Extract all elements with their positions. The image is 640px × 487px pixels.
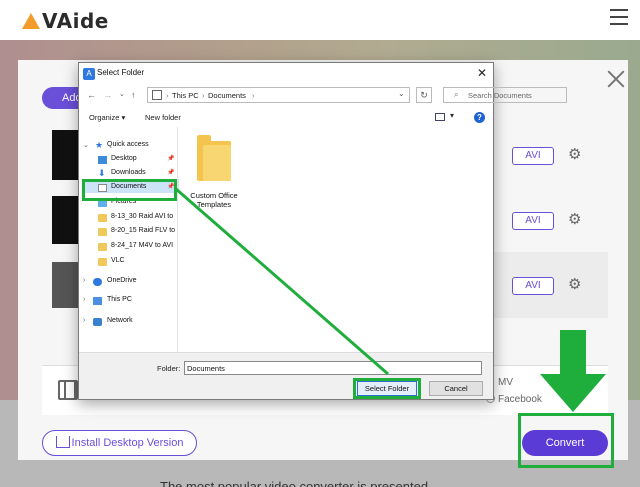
avaide-logo[interactable]: VAide (22, 9, 109, 33)
search-placeholder: Search Documents (468, 91, 532, 100)
app-icon: A (83, 68, 95, 80)
help-icon[interactable]: ? (474, 112, 485, 123)
search-box[interactable]: ⌕ Search Documents (443, 87, 567, 103)
refresh-icon[interactable]: ↻ (416, 87, 432, 103)
select-folder-dialog: A Select Folder ✕ ← → ⌄ ↑ › This PC › Do… (78, 62, 567, 400)
folder-icon (98, 243, 107, 251)
cancel-button[interactable]: Cancel (429, 381, 483, 396)
gear-icon[interactable]: ⚙ (568, 277, 584, 293)
folder-item-label[interactable]: Custom Office Templates (181, 191, 247, 209)
chevron-down-icon[interactable]: ▾ (450, 111, 454, 120)
close-icon[interactable] (605, 68, 627, 90)
folder-icon (98, 228, 107, 236)
nav-this-pc[interactable]: This PC (107, 296, 132, 309)
nav-folder[interactable]: 8-20_15 Raid FLV to (111, 227, 175, 240)
breadcrumb-separator-icon: › (202, 91, 205, 100)
folder-icon[interactable] (197, 135, 231, 181)
chevron-right-icon[interactable]: › (83, 296, 85, 303)
folder-icon (98, 214, 107, 222)
folder-field-label: Folder: (157, 364, 181, 373)
arrow-shape (540, 330, 606, 412)
folder-icon (98, 258, 107, 266)
network-icon (93, 318, 102, 326)
gear-icon[interactable]: ⚙ (568, 212, 584, 228)
page-tagline: The most popular video converter is pres… (160, 479, 429, 487)
nav-network[interactable]: Network (107, 317, 133, 330)
up-arrow-icon[interactable]: ↑ (131, 88, 136, 102)
onedrive-cloud-icon (93, 278, 102, 286)
this-pc-icon (93, 297, 102, 305)
downloads-icon: ⬇ (98, 168, 106, 178)
breadcrumb-documents[interactable]: Documents (208, 91, 246, 100)
new-folder-button[interactable]: New folder (145, 113, 181, 122)
convert-highlight-box (518, 413, 614, 468)
view-options-icon[interactable] (435, 113, 445, 121)
chevron-right-icon[interactable]: › (83, 317, 85, 324)
back-arrow-icon[interactable]: ← (87, 88, 96, 102)
documents-highlight-box (82, 179, 177, 201)
site-header: VAide (0, 0, 640, 40)
desktop-icon (98, 156, 107, 164)
breadcrumb-separator-icon: › (252, 91, 255, 100)
forward-arrow-icon[interactable]: → (103, 88, 112, 102)
nav-onedrive[interactable]: OneDrive (107, 277, 137, 290)
nav-vlc[interactable]: VLC (111, 257, 125, 270)
nav-folder[interactable]: 8-24_17 M4V to AVI (111, 242, 173, 255)
search-icon: ⌕ (454, 90, 459, 99)
organize-menu[interactable]: Organize ▾ (89, 113, 125, 122)
output-format-button[interactable]: AVI (512, 147, 554, 165)
folder-name-input[interactable]: Documents (184, 361, 482, 375)
pin-icon: 📌 (167, 156, 175, 162)
video-thumbnail (52, 262, 80, 308)
this-pc-icon (152, 90, 162, 100)
hamburger-menu-icon[interactable] (610, 9, 628, 25)
select-folder-highlight-box (353, 378, 421, 399)
dialog-close-icon[interactable]: ✕ (477, 66, 487, 80)
video-thumbnail (52, 196, 80, 244)
gear-icon[interactable]: ⚙ (568, 147, 584, 163)
format-option-mv[interactable]: MV (498, 377, 513, 388)
chevron-down-icon[interactable]: ⌄ (398, 89, 405, 98)
breadcrumb-this-pc[interactable]: This PC (172, 91, 199, 100)
star-icon: ★ (95, 140, 104, 150)
download-icon (56, 436, 70, 448)
pane-divider[interactable] (177, 127, 178, 352)
green-down-arrow-icon (540, 330, 606, 412)
recent-chevron-icon[interactable]: ⌄ (119, 88, 125, 102)
film-icon (58, 380, 78, 400)
logo-text: VAide (42, 9, 109, 33)
nav-desktop[interactable]: Desktop (111, 155, 137, 168)
output-format-button[interactable]: AVI (512, 277, 554, 295)
nav-folder[interactable]: 8-13_30 Raid AVI to (111, 213, 173, 226)
format-option-facebook[interactable]: Facebook (486, 394, 542, 405)
dialog-footer: Folder: Documents Select Folder Cancel (79, 352, 493, 399)
nav-quick-access[interactable]: Quick access (107, 141, 149, 154)
chevron-down-icon[interactable]: ⌄ (83, 141, 89, 149)
breadcrumb-separator-icon: › (166, 91, 169, 100)
pin-icon: 📌 (167, 170, 175, 176)
output-format-button[interactable]: AVI (512, 212, 554, 230)
logo-a-icon (22, 13, 40, 29)
address-bar[interactable]: › This PC › Documents › ⌄ (147, 87, 410, 103)
chevron-right-icon[interactable]: › (83, 277, 85, 284)
dialog-title: Select Folder (97, 68, 145, 77)
dialog-titlebar: A Select Folder ✕ (79, 63, 493, 85)
video-thumbnail (52, 130, 80, 180)
